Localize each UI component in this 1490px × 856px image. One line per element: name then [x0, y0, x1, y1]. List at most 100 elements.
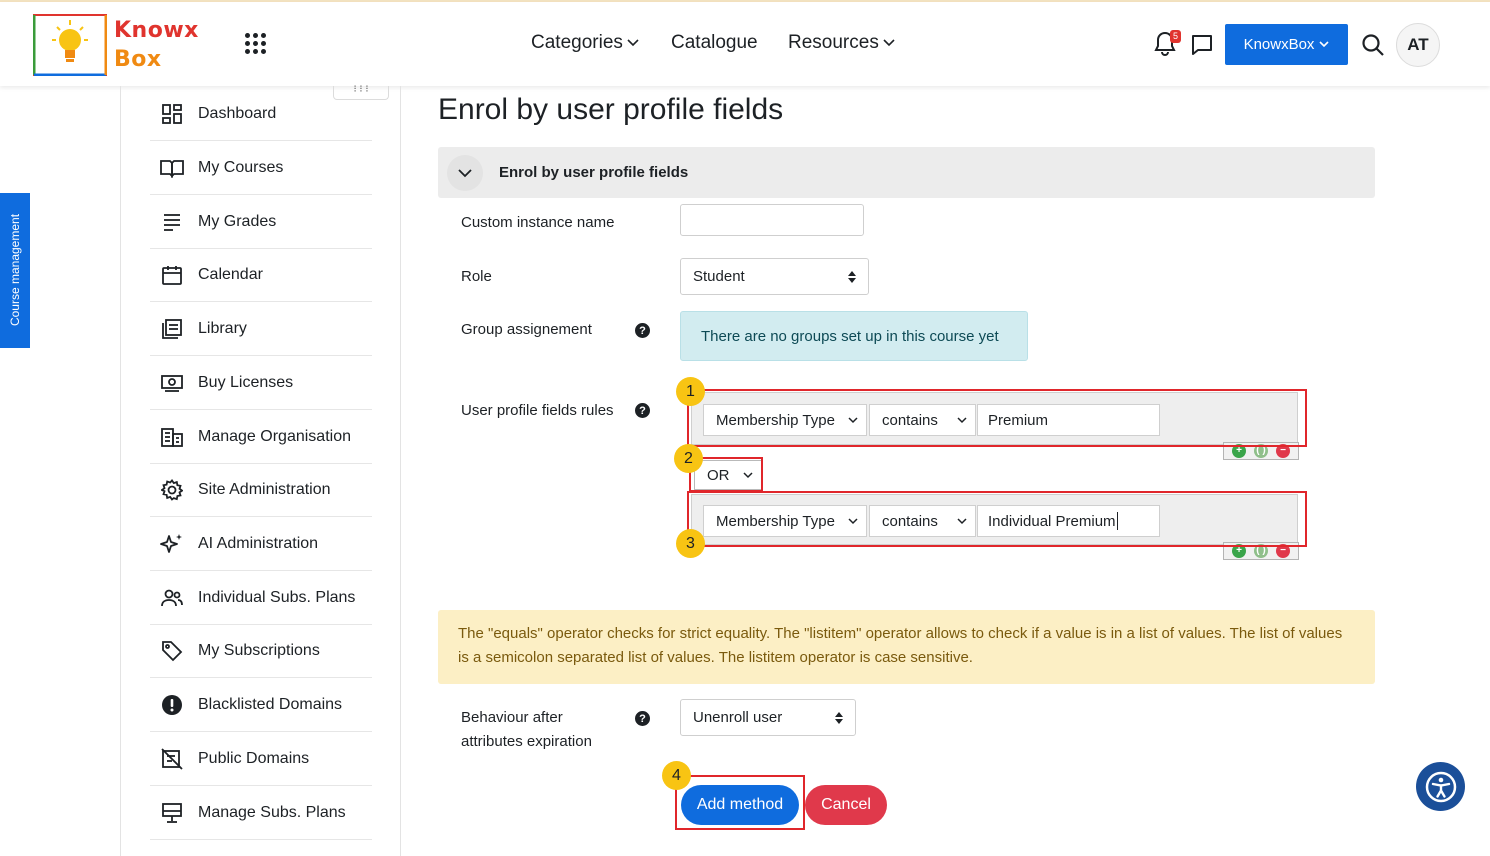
sparkle-icon — [159, 532, 185, 556]
sidebar-item-manage-subs-plans[interactable]: Manage Subs. Plans — [150, 786, 372, 840]
sidebar-item-label: AI Administration — [198, 534, 319, 552]
nav-categories[interactable]: Categories — [531, 32, 639, 54]
calendar-icon — [159, 263, 185, 287]
users-icon — [159, 586, 185, 610]
public-domains-icon — [159, 747, 185, 771]
user-profile-fields-rules-label: User profile fields rules — [461, 402, 614, 419]
help-icon[interactable]: ? — [635, 323, 650, 338]
book-icon — [159, 156, 185, 180]
chevron-down-icon — [883, 39, 895, 47]
notification-badge: 5 — [1170, 30, 1181, 43]
role-select-value: Student — [693, 268, 745, 285]
brand-name: Knowx Box — [114, 16, 199, 74]
sidebar-item-label: Blacklisted Domains — [198, 695, 343, 713]
nav-resources[interactable]: Resources — [788, 32, 895, 54]
chevron-down-icon — [458, 168, 472, 177]
behaviour-label-line2: attributes expiration — [461, 733, 592, 750]
accessibility-icon — [1425, 771, 1456, 802]
sidebar-item-library[interactable]: Library — [150, 302, 372, 356]
brand-line1: Knowx — [114, 18, 199, 43]
annotation-box-4 — [675, 775, 805, 830]
sidebar-item-label: My Subscriptions — [198, 641, 320, 659]
course-management-tab[interactable]: Course management — [0, 193, 30, 348]
sidebar-item-site-administration[interactable]: Site Administration — [150, 463, 372, 517]
role-label: Role — [461, 268, 492, 285]
monitor-icon — [159, 801, 185, 825]
accessibility-button[interactable] — [1416, 762, 1465, 811]
custom-instance-name-input[interactable] — [680, 204, 864, 236]
annotation-marker-2: 2 — [674, 444, 703, 473]
sidebar-right-border — [400, 86, 401, 856]
building-icon — [159, 425, 185, 449]
chevron-down-icon — [627, 39, 639, 47]
sidebar-item-label: Manage Organisation — [198, 427, 351, 445]
page-title: Enrol by user profile fields — [438, 93, 784, 126]
cancel-button[interactable]: Cancel — [805, 785, 887, 825]
help-icon[interactable]: ? — [635, 403, 650, 418]
annotation-box-1 — [687, 389, 1307, 447]
sidebar-item-label: Site Administration — [198, 480, 331, 498]
sidebar-item-buy-licenses[interactable]: Buy Licenses — [150, 356, 372, 410]
sidebar-item-label: Dashboard — [198, 104, 277, 122]
chevron-down-icon — [1319, 41, 1330, 48]
license-icon — [159, 371, 185, 395]
sidebar-item-my-courses[interactable]: My Courses — [150, 141, 372, 195]
operator-help-warning: The "equals" operator checks for strict … — [438, 610, 1375, 684]
sidebar-item-my-subscriptions[interactable]: My Subscriptions — [150, 624, 372, 678]
top-navbar: Knowx Box Categories Catalogue Resources… — [0, 2, 1490, 86]
search-icon[interactable] — [1361, 33, 1385, 57]
nav-resources-label: Resources — [788, 32, 879, 53]
annotation-marker-3: 3 — [676, 529, 705, 558]
no-groups-info: There are no groups set up in this cours… — [680, 311, 1028, 361]
user-menu-label: KnowxBox — [1243, 36, 1315, 53]
user-avatar[interactable]: AT — [1396, 23, 1440, 67]
section-title: Enrol by user profile fields — [499, 164, 689, 181]
nav-categories-label: Categories — [531, 32, 623, 53]
sidebar-item-dashboard[interactable]: Dashboard — [150, 87, 372, 141]
sidebar-item-label: My Courses — [198, 158, 284, 176]
updown-arrow-icon — [848, 270, 856, 283]
sidebar-item-label: My Grades — [198, 212, 277, 230]
sidebar-item-individual-subs-plans[interactable]: Individual Subs. Plans — [150, 571, 372, 625]
sidebar-item-label: Library — [198, 319, 247, 337]
user-menu-button[interactable]: KnowxBox — [1225, 24, 1348, 65]
annotation-marker-1: 1 — [676, 377, 705, 406]
help-icon[interactable]: ? — [635, 711, 650, 726]
library-icon — [159, 317, 185, 341]
annotation-box-3 — [687, 491, 1307, 547]
behaviour-select-value: Unenroll user — [693, 709, 783, 726]
behaviour-label: Behaviour after attributes expiration — [461, 706, 592, 754]
role-select[interactable]: Student — [680, 258, 869, 295]
sidebar-item-ai-administration[interactable]: AI Administration — [150, 517, 372, 571]
sidebar-item-label: Calendar — [198, 265, 263, 283]
sidebar-item-label: Buy Licenses — [198, 373, 294, 391]
custom-instance-name-label: Custom instance name — [461, 214, 615, 231]
annotation-marker-4: 4 — [662, 761, 691, 790]
gear-icon — [159, 478, 185, 502]
knowxbox-logo-icon[interactable] — [33, 14, 107, 76]
dashboard-icon — [159, 102, 185, 126]
collapse-section-button[interactable] — [447, 155, 483, 191]
tag-icon — [159, 639, 185, 663]
message-icon[interactable] — [1190, 33, 1214, 57]
sidebar-item-blacklisted-domains[interactable]: Blacklisted Domains — [150, 678, 372, 732]
sidebar-item-calendar[interactable]: Calendar — [150, 248, 372, 302]
alert-icon — [159, 693, 185, 717]
sidebar-item-label: Manage Subs. Plans — [198, 803, 346, 821]
brand-line2: Box — [114, 47, 162, 72]
grades-icon — [159, 210, 185, 234]
sidebar-left-border — [120, 86, 121, 856]
group-assignement-label: Group assignement — [461, 321, 592, 338]
nav-catalogue-label: Catalogue — [671, 32, 758, 53]
behaviour-label-line1: Behaviour after — [461, 709, 563, 726]
apps-grid-icon[interactable] — [245, 33, 267, 55]
sidebar-item-my-grades[interactable]: My Grades — [150, 195, 372, 249]
updown-arrow-icon — [835, 711, 843, 724]
sidebar-item-label: Public Domains — [198, 749, 310, 767]
sidebar-item-manage-organisation[interactable]: Manage Organisation — [150, 410, 372, 464]
course-management-label: Course management — [8, 213, 22, 327]
sidebar-item-label: Individual Subs. Plans — [198, 588, 356, 606]
sidebar-item-public-domains[interactable]: Public Domains — [150, 732, 372, 786]
nav-catalogue[interactable]: Catalogue — [671, 32, 758, 54]
behaviour-select[interactable]: Unenroll user — [680, 699, 856, 736]
